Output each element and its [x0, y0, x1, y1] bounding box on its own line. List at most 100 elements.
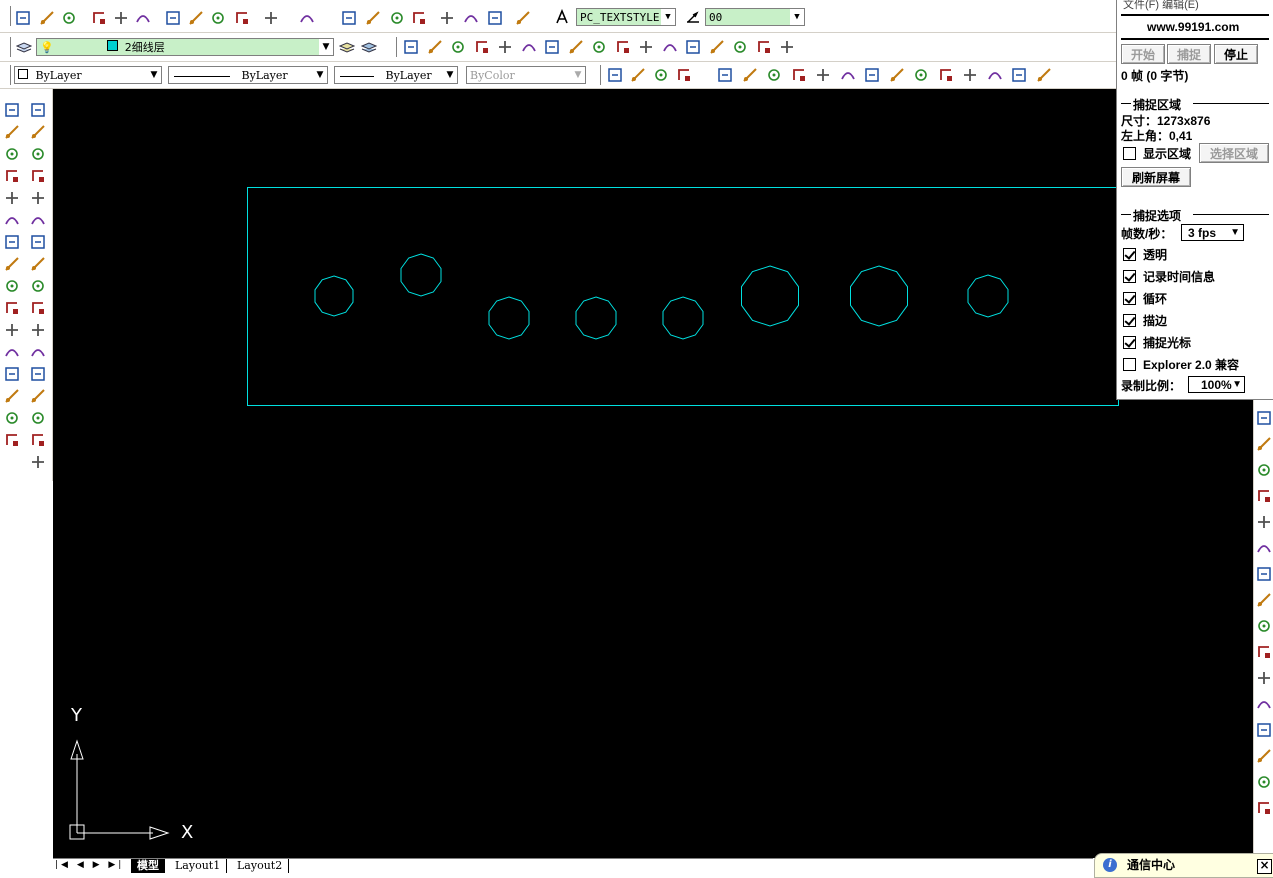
chamfer-icon[interactable] — [3, 387, 21, 405]
tool-palettes-icon[interactable] — [486, 9, 504, 27]
snap-parallel-icon[interactable] — [661, 38, 679, 56]
save-icon[interactable] — [60, 9, 78, 27]
mirror-icon[interactable] — [3, 145, 21, 163]
capture-button[interactable]: 捕捉 — [1167, 44, 1211, 64]
hole-small-2[interactable] — [400, 253, 442, 297]
explode-icon[interactable] — [3, 431, 21, 449]
ucs-previous-icon[interactable] — [765, 66, 783, 84]
qnew-icon[interactable] — [606, 66, 624, 84]
snap-intersection-icon[interactable] — [496, 38, 514, 56]
region-icon[interactable] — [29, 431, 47, 449]
line-icon[interactable] — [29, 101, 47, 119]
snap-tangent-icon[interactable] — [614, 38, 632, 56]
polygon-icon[interactable] — [29, 167, 47, 185]
copy-icon[interactable] — [187, 9, 205, 27]
toolbar-grip[interactable] — [6, 65, 11, 85]
cut-icon[interactable] — [164, 9, 182, 27]
dim-diameter-icon[interactable] — [1255, 513, 1273, 531]
start-button[interactable]: 开始 — [1121, 44, 1165, 64]
qsave-icon[interactable] — [629, 66, 647, 84]
snap-endpoint-icon[interactable] — [449, 38, 467, 56]
object-ucs-icon[interactable] — [814, 66, 832, 84]
arc-icon[interactable] — [29, 211, 47, 229]
dim-aligned-icon[interactable] — [1255, 435, 1273, 453]
copy-object-icon[interactable] — [3, 123, 21, 141]
face-ucs-icon[interactable] — [839, 66, 857, 84]
loop-checkbox[interactable] — [1123, 292, 1136, 305]
paste-icon[interactable] — [209, 9, 227, 27]
qleader-icon[interactable] — [1255, 643, 1273, 661]
qopen-icon[interactable] — [652, 66, 670, 84]
toolbar-grip[interactable] — [6, 37, 11, 57]
insert-block-icon[interactable] — [29, 343, 47, 361]
point-icon[interactable] — [29, 387, 47, 405]
origin-ucs-icon[interactable] — [888, 66, 906, 84]
dim-update-icon[interactable] — [1255, 773, 1273, 791]
osnap-settings-icon[interactable] — [778, 38, 796, 56]
world-ucs-icon[interactable] — [790, 66, 808, 84]
match-properties-icon[interactable] — [233, 9, 251, 27]
snap-node-icon[interactable] — [708, 38, 726, 56]
show-region-checkbox[interactable] — [1123, 147, 1136, 160]
offset-icon[interactable] — [3, 167, 21, 185]
trim-icon[interactable] — [3, 299, 21, 317]
temporary-tracking-icon[interactable] — [402, 38, 420, 56]
revision-cloud-icon[interactable] — [29, 255, 47, 273]
tab-scroll-buttons[interactable]: |◀ ◀ ▶ ▶| — [55, 860, 124, 870]
z-rotate-ucs-icon[interactable] — [1010, 66, 1028, 84]
polyline-icon[interactable] — [29, 145, 47, 163]
array-icon[interactable] — [3, 189, 21, 207]
toolbar-grip[interactable] — [596, 65, 601, 85]
snap-none-icon[interactable] — [755, 38, 773, 56]
ellipse-arc-icon[interactable] — [29, 321, 47, 339]
hole-small-3[interactable] — [488, 296, 530, 340]
view-ucs-icon[interactable] — [863, 66, 881, 84]
snap-quadrant-icon[interactable] — [590, 38, 608, 56]
hatch-icon[interactable] — [29, 409, 47, 427]
extend-icon[interactable] — [3, 321, 21, 339]
zoom-window-icon[interactable] — [388, 9, 406, 27]
fillet-icon[interactable] — [3, 409, 21, 427]
pan-icon[interactable] — [340, 9, 358, 27]
dim-style-icon[interactable] — [684, 8, 702, 26]
x-rotate-ucs-icon[interactable] — [961, 66, 979, 84]
lineweight-combo[interactable]: ByLayer ▼ — [334, 66, 458, 84]
publish-icon[interactable] — [134, 9, 152, 27]
qpaste-icon[interactable] — [675, 66, 693, 84]
hole-small-5[interactable] — [662, 296, 704, 340]
circle-icon[interactable] — [29, 233, 47, 251]
quick-dim-icon[interactable] — [1255, 565, 1273, 583]
border-checkbox[interactable] — [1123, 314, 1136, 327]
dim-radius-icon[interactable] — [1255, 487, 1273, 505]
spline-icon[interactable] — [29, 277, 47, 295]
fps-select[interactable]: 3 fps ▼ — [1181, 224, 1244, 241]
named-ucs-icon[interactable] — [741, 66, 759, 84]
new-icon[interactable] — [14, 9, 32, 27]
ucs-icon[interactable] — [716, 66, 734, 84]
zoom-realtime-icon[interactable] — [364, 9, 382, 27]
dim-edit-icon[interactable] — [1255, 721, 1273, 739]
hole-small-8[interactable] — [967, 274, 1009, 318]
hole-small-1[interactable] — [314, 275, 354, 317]
construction-line-icon[interactable] — [29, 123, 47, 141]
dim-text-edit-icon[interactable] — [1255, 747, 1273, 765]
y-rotate-ucs-icon[interactable] — [986, 66, 1004, 84]
snap-insert-icon[interactable] — [684, 38, 702, 56]
apply-ucs-icon[interactable] — [1035, 66, 1053, 84]
explorer-compat-checkbox[interactable] — [1123, 358, 1136, 371]
toolbar-grip[interactable] — [392, 37, 397, 57]
text-style-icon[interactable] — [554, 8, 572, 26]
layer-combo[interactable]: 💡 2细线层 ▼ — [36, 38, 334, 56]
tab-layout1[interactable]: Layout1 — [169, 859, 228, 873]
print-icon[interactable] — [90, 9, 108, 27]
snap-apparent-intersection-icon[interactable] — [520, 38, 538, 56]
make-block-icon[interactable] — [29, 365, 47, 383]
text-style-combo[interactable]: PC_TEXTSTYLE ▼ — [576, 8, 676, 26]
break-icon[interactable] — [3, 365, 21, 383]
redo-icon[interactable] — [298, 9, 316, 27]
capture-cursor-checkbox[interactable] — [1123, 336, 1136, 349]
rectangle-icon[interactable] — [29, 189, 47, 207]
tab-model[interactable]: 模型 — [131, 859, 165, 873]
break-at-point-icon[interactable] — [3, 343, 21, 361]
z-axis-ucs-icon[interactable] — [912, 66, 930, 84]
